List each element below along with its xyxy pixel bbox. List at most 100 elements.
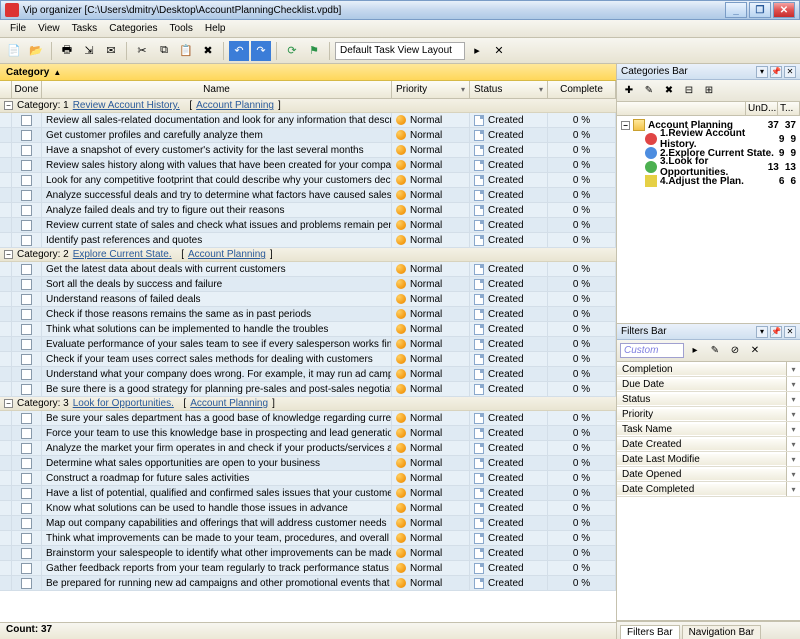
group-row[interactable]: − Category: 1 Review Account History. [ …: [0, 99, 616, 113]
dropdown-icon[interactable]: ▾: [539, 85, 543, 94]
layout-apply-icon[interactable]: ▸: [467, 41, 487, 61]
task-row[interactable]: Evaluate performance of your sales team …: [0, 337, 616, 352]
task-row[interactable]: Get the latest data about deals with cur…: [0, 262, 616, 277]
layout-selector[interactable]: [335, 42, 465, 60]
task-row[interactable]: Be sure your sales department has a good…: [0, 411, 616, 426]
filter-row[interactable]: Status▾: [617, 392, 800, 407]
done-checkbox[interactable]: [21, 235, 32, 246]
filter-row[interactable]: Due Date▾: [617, 377, 800, 392]
export-icon[interactable]: ⇲: [79, 41, 99, 61]
open-icon[interactable]: 📂: [26, 41, 46, 61]
task-row[interactable]: Review current state of sales and check …: [0, 218, 616, 233]
done-checkbox[interactable]: [21, 578, 32, 589]
tree-expand-icon[interactable]: ⊟: [680, 82, 698, 100]
filter-clear-icon[interactable]: ⊘: [726, 342, 744, 360]
filter-row[interactable]: Date Completed▾: [617, 482, 800, 497]
collapse-icon[interactable]: −: [4, 101, 13, 110]
categories-bar-header[interactable]: Categories Bar ▾ 📌 ✕: [617, 64, 800, 80]
done-checkbox[interactable]: [21, 428, 32, 439]
delete-icon[interactable]: ✖: [198, 41, 218, 61]
task-row[interactable]: Sort all the deals by success and failur…: [0, 277, 616, 292]
task-row[interactable]: Construct a roadmap for future sales act…: [0, 471, 616, 486]
status-column[interactable]: Status▾: [470, 81, 548, 98]
copy-icon[interactable]: ⧉: [154, 41, 174, 61]
task-row[interactable]: Think what solutions can be implemented …: [0, 322, 616, 337]
filter-save-icon[interactable]: ✎: [706, 342, 724, 360]
filter-row[interactable]: Date Last Modifie▾: [617, 452, 800, 467]
tree-collapse-icon[interactable]: −: [621, 121, 630, 130]
dropdown-icon[interactable]: ▾: [786, 452, 800, 466]
task-row[interactable]: Brainstorm your salespeople to identify …: [0, 546, 616, 561]
edit-category-icon[interactable]: ✎: [640, 82, 658, 100]
filter-row[interactable]: Completion▾: [617, 362, 800, 377]
task-row[interactable]: Understand reasons of failed dealsNormal…: [0, 292, 616, 307]
task-row[interactable]: Determine what sales opportunities are o…: [0, 456, 616, 471]
done-column[interactable]: Done: [12, 81, 42, 98]
done-checkbox[interactable]: [21, 384, 32, 395]
dropdown-icon[interactable]: ▾: [786, 377, 800, 391]
done-checkbox[interactable]: [21, 220, 32, 231]
task-grid[interactable]: − Category: 1 Review Account History. [ …: [0, 99, 616, 622]
panel-menu-icon[interactable]: ▾: [756, 66, 768, 78]
done-checkbox[interactable]: [21, 279, 32, 290]
done-checkbox[interactable]: [21, 190, 32, 201]
category-tree[interactable]: −Account Planning37371.Review Account Hi…: [617, 116, 800, 323]
menu-view[interactable]: View: [32, 21, 66, 36]
done-checkbox[interactable]: [21, 339, 32, 350]
done-checkbox[interactable]: [21, 563, 32, 574]
task-row[interactable]: Think what improvements can be made to y…: [0, 531, 616, 546]
expand-column[interactable]: [0, 81, 12, 98]
group-row[interactable]: − Category: 2 Explore Current State. [ A…: [0, 248, 616, 262]
filter-row[interactable]: Date Opened▾: [617, 467, 800, 482]
dropdown-icon[interactable]: ▾: [786, 422, 800, 436]
delete-category-icon[interactable]: ✖: [660, 82, 678, 100]
flag-icon[interactable]: ⚑: [304, 41, 324, 61]
cut-icon[interactable]: ✂: [132, 41, 152, 61]
done-checkbox[interactable]: [21, 518, 32, 529]
task-row[interactable]: Have a list of potential, qualified and …: [0, 486, 616, 501]
task-row[interactable]: Analyze failed deals and try to figure o…: [0, 203, 616, 218]
mail-icon[interactable]: ✉: [101, 41, 121, 61]
filters-bar-header[interactable]: Filters Bar ▾ 📌 ✕: [617, 324, 800, 340]
menu-tools[interactable]: Tools: [164, 21, 199, 36]
done-checkbox[interactable]: [21, 354, 32, 365]
filter-row[interactable]: Priority▾: [617, 407, 800, 422]
done-checkbox[interactable]: [21, 548, 32, 559]
refresh-icon[interactable]: ⟳: [282, 41, 302, 61]
filter-row[interactable]: Date Created▾: [617, 437, 800, 452]
dropdown-icon[interactable]: ▾: [786, 467, 800, 481]
done-checkbox[interactable]: [21, 413, 32, 424]
dropdown-icon[interactable]: ▾: [786, 437, 800, 451]
name-column[interactable]: Name: [42, 81, 392, 98]
panel-close-icon[interactable]: ✕: [784, 326, 796, 338]
filter-remove-icon[interactable]: ✕: [746, 342, 764, 360]
done-checkbox[interactable]: [21, 443, 32, 454]
priority-column[interactable]: Priority▾: [392, 81, 470, 98]
task-row[interactable]: Be sure there is a good strategy for pla…: [0, 382, 616, 397]
task-row[interactable]: Check if your team uses correct sales me…: [0, 352, 616, 367]
dropdown-icon[interactable]: ▾: [786, 362, 800, 376]
paste-icon[interactable]: 📋: [176, 41, 196, 61]
minimize-button[interactable]: _: [725, 2, 747, 18]
task-row[interactable]: Analyze the market your firm operates in…: [0, 441, 616, 456]
done-checkbox[interactable]: [21, 488, 32, 499]
task-row[interactable]: Gather feedback reports from your team r…: [0, 561, 616, 576]
new-icon[interactable]: 📄: [4, 41, 24, 61]
tree-collapse-icon[interactable]: ⊞: [700, 82, 718, 100]
task-row[interactable]: Have a snapshot of every customer's acti…: [0, 143, 616, 158]
task-row[interactable]: Get customer profiles and carefully anal…: [0, 128, 616, 143]
group-by-strip[interactable]: Category ▲: [0, 64, 616, 81]
dropdown-icon[interactable]: ▾: [786, 392, 800, 406]
done-checkbox[interactable]: [21, 145, 32, 156]
task-row[interactable]: Force your team to use this knowledge ba…: [0, 426, 616, 441]
task-row[interactable]: Map out company capabilities and offerin…: [0, 516, 616, 531]
menu-help[interactable]: Help: [199, 21, 232, 36]
task-row[interactable]: Identify past references and quotesNorma…: [0, 233, 616, 248]
done-checkbox[interactable]: [21, 533, 32, 544]
panel-pin-icon[interactable]: 📌: [770, 326, 782, 338]
tree-item[interactable]: 3.Look for Opportunities.1313: [619, 160, 798, 174]
task-row[interactable]: Review sales history along with values t…: [0, 158, 616, 173]
dropdown-icon[interactable]: ▾: [786, 482, 800, 496]
maximize-button[interactable]: ❐: [749, 2, 771, 18]
done-checkbox[interactable]: [21, 324, 32, 335]
